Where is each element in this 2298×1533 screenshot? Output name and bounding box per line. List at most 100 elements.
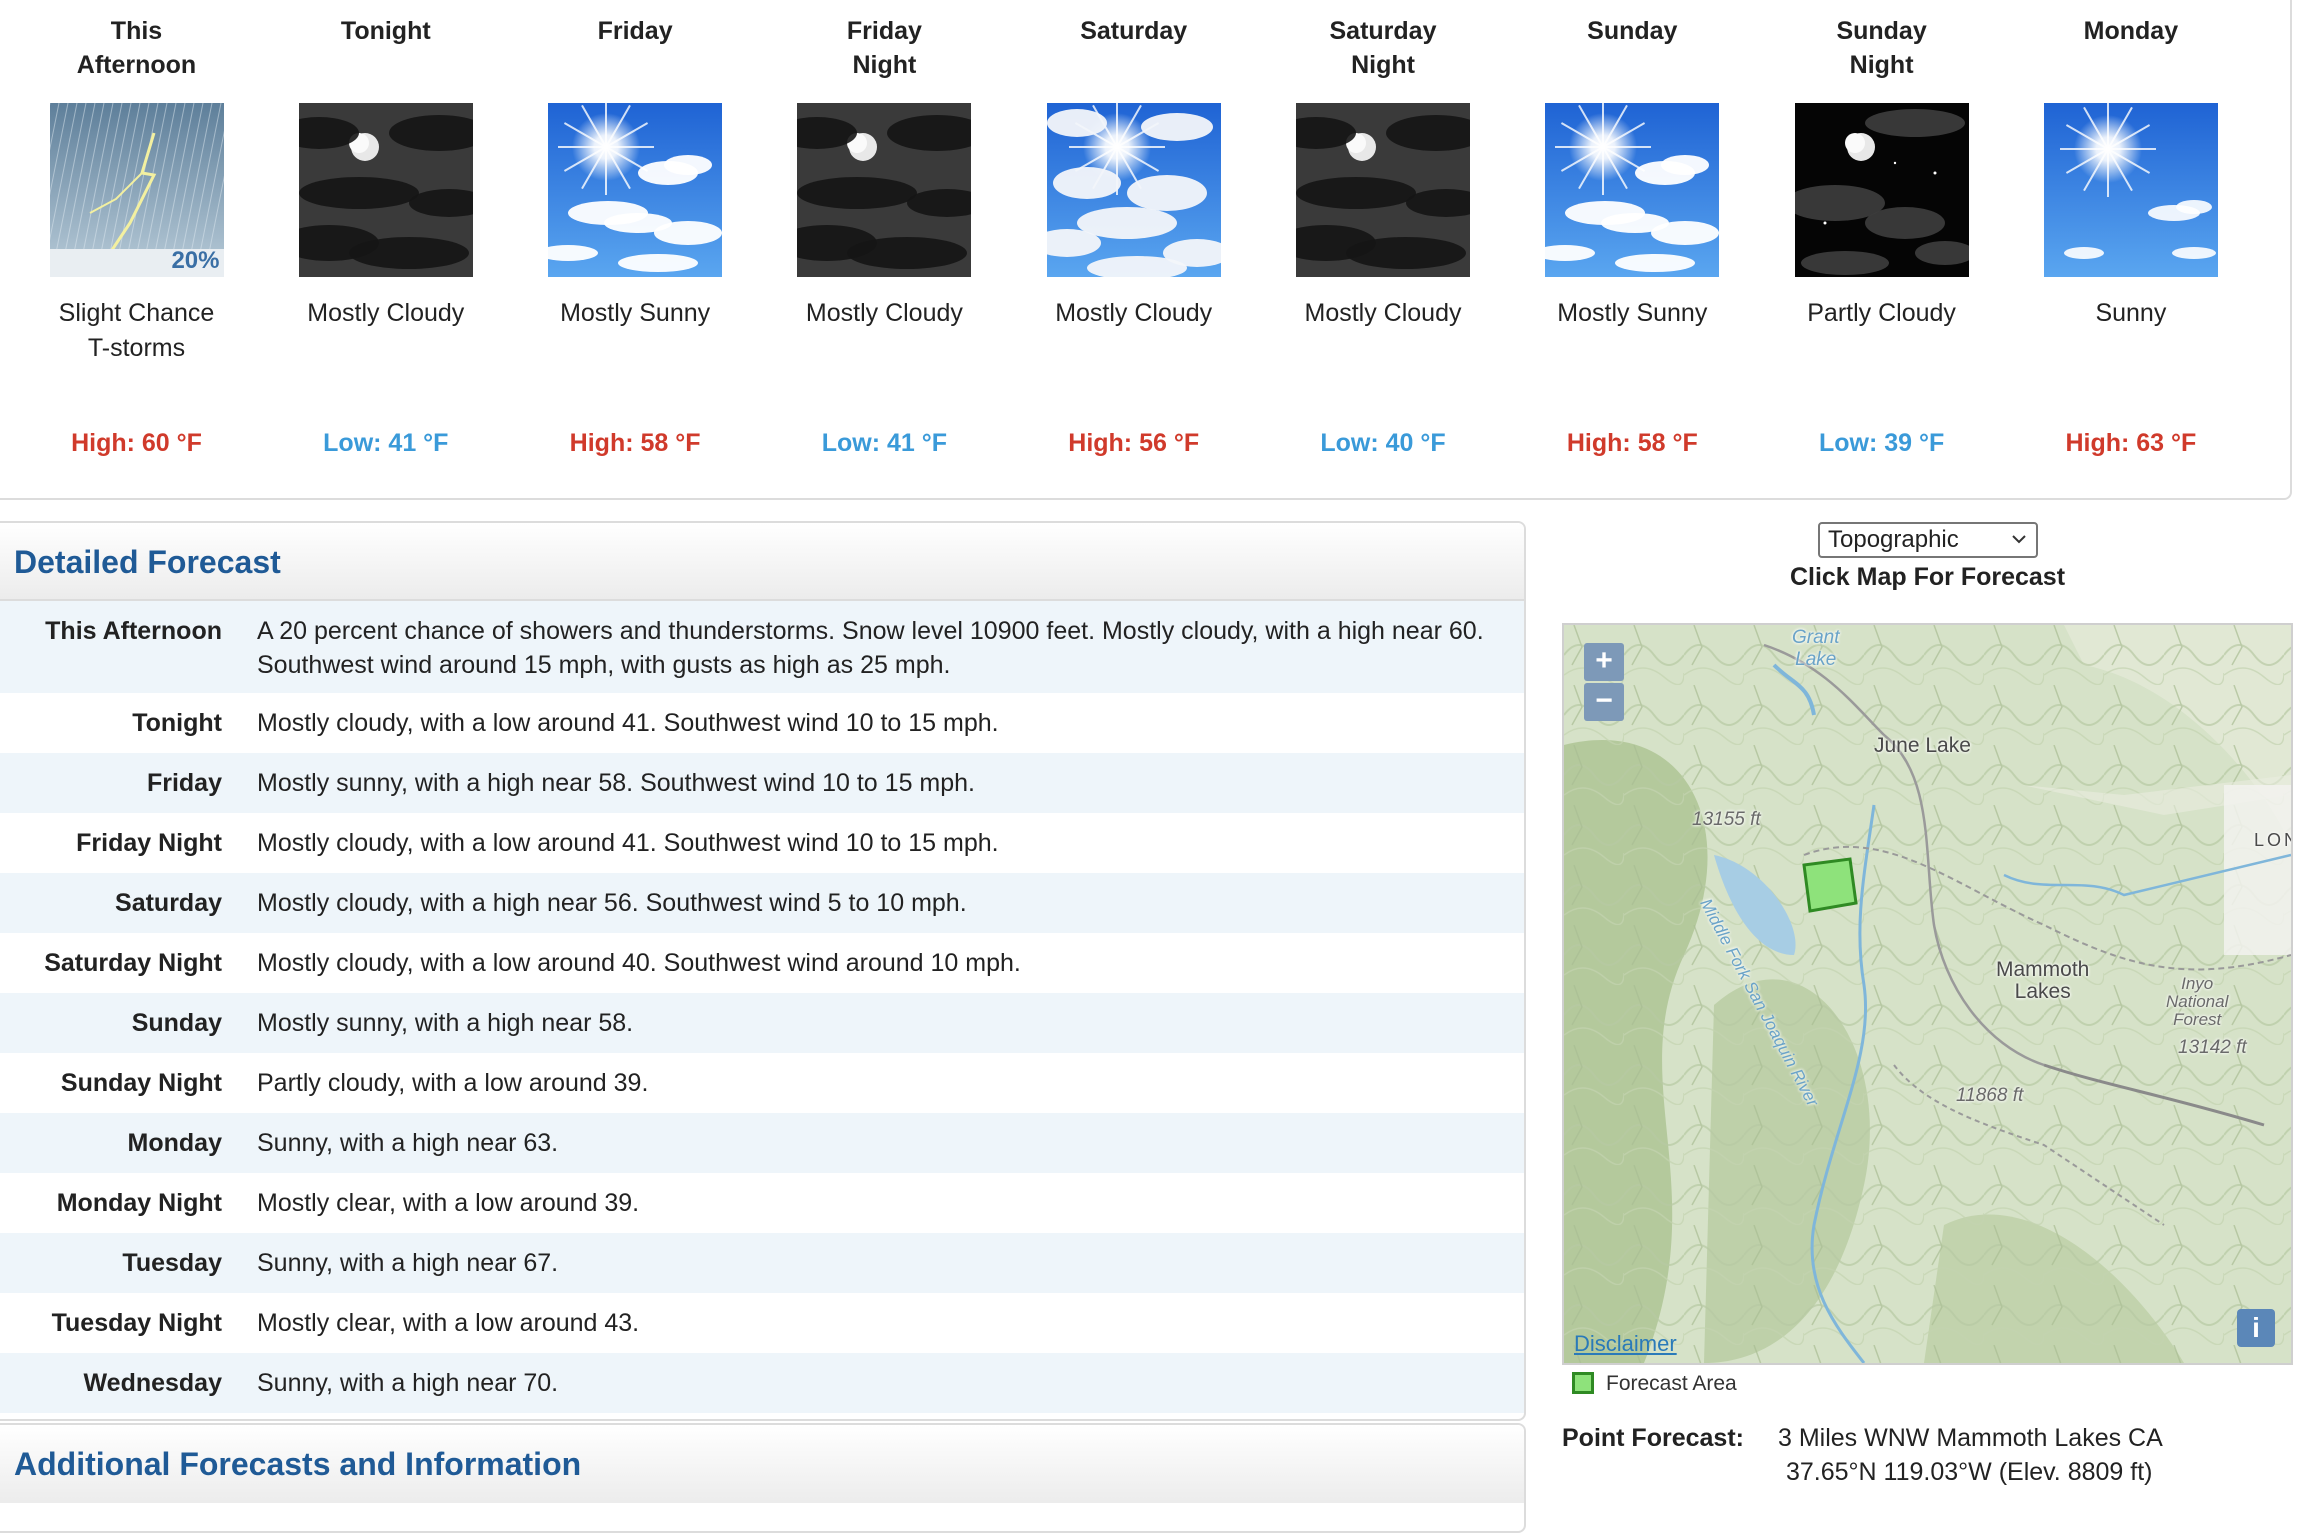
detailed-forecast-label: This Afternoon — [45, 617, 222, 645]
point-forecast-location: 3 Miles WNW Mammoth Lakes CA — [1778, 1424, 2163, 1452]
detailed-forecast-text: Mostly sunny, with a high near 58. South… — [257, 769, 975, 797]
temperature: High: 63 °F — [2065, 429, 2197, 457]
map-label-inyo-national-forest: Inyo National Forest — [2166, 974, 2229, 1029]
detailed-forecast-text: Mostly clear, with a low around 39. — [257, 1189, 640, 1217]
detailed-forecast-text: Mostly clear, with a low around 43. — [257, 1309, 640, 1337]
detailed-forecast-row: This Afternoon A 20 percent chance of sho… — [0, 601, 1524, 693]
period-name: This Afternoon — [76, 17, 197, 79]
detailed-forecast-label: Tonight — [132, 709, 222, 737]
sunny-icon[interactable] — [2043, 103, 2218, 277]
detailed-forecast-body: This Afternoon A 20 percent chance of sho… — [0, 601, 1524, 1413]
mostly-sunny-icon[interactable] — [1545, 103, 1720, 277]
temperature: Low: 41 °F — [821, 429, 948, 457]
period-name: Saturday — [1080, 17, 1188, 45]
short-forecast: Mostly Cloudy — [805, 299, 963, 327]
short-forecast: Mostly Cloudy — [1304, 299, 1462, 327]
detailed-forecast-label: Saturday — [115, 889, 222, 917]
short-forecast: Mostly Sunny — [560, 299, 711, 327]
short-forecast: Mostly Sunny — [1557, 299, 1708, 327]
detailed-forecast-row: Friday Mostly sunny, with a high near 58.… — [0, 753, 1524, 813]
detailed-forecast-label: Sunday Night — [60, 1069, 222, 1097]
detailed-forecast-label: Monday — [127, 1129, 222, 1157]
forecast-area-swatch — [1572, 1372, 1594, 1394]
detailed-forecast-row: Tuesday Sunny, with a high near 67. — [0, 1233, 1524, 1293]
detailed-forecast-text: Sunny, with a high near 67. — [257, 1249, 559, 1277]
temperature: High: 60 °F — [71, 429, 202, 457]
short-forecast: Mostly Cloudy — [1055, 299, 1213, 327]
mostly-sunny-icon[interactable] — [548, 103, 723, 277]
detailed-forecast-panel: Detailed Forecast This Afternoon A 20 per… — [0, 521, 1526, 1421]
detailed-forecast-text: Mostly sunny, with a high near 58. — [257, 1009, 634, 1037]
detailed-forecast-text: Mostly cloudy, with a low around 40. Sou… — [257, 949, 1021, 977]
detailed-forecast-row: Saturday Mostly cloudy, with a high near … — [0, 873, 1524, 933]
detailed-forecast-row: Wednesday Sunny, with a high near 70. — [0, 1353, 1524, 1413]
night-mostly-cloudy-icon[interactable] — [298, 103, 473, 277]
seven-day-forecast: This Afternoon 20% Slight Chance T-storms H… — [0, 0, 2292, 500]
detailed-forecast-row: Sunday Night Partly cloudy, with a low ar… — [0, 1053, 1524, 1113]
short-forecast: Sunny — [2095, 299, 2167, 327]
temperature: High: 58 °F — [569, 429, 701, 457]
map-layer-select[interactable]: Topographic — [1818, 522, 2038, 558]
detailed-forecast-row: Monday Sunny, with a high near 63. — [0, 1113, 1524, 1173]
zoom-out-button[interactable]: − — [1584, 683, 1624, 721]
night-mostly-cloudy-icon[interactable] — [797, 103, 972, 277]
detailed-forecast-row: Friday Night Mostly cloudy, with a low ar… — [0, 813, 1524, 873]
detailed-forecast-row: Tuesday Night Mostly clear, with a low ar… — [0, 1293, 1524, 1353]
mostly-cloudy-icon[interactable] — [1046, 103, 1221, 277]
period-name: Friday Night — [846, 17, 922, 79]
detailed-forecast-label: Tuesday Night — [51, 1309, 222, 1337]
night-partly-cloudy-icon[interactable] — [1794, 103, 1969, 277]
temperature: High: 58 °F — [1566, 429, 1698, 457]
period-name: Friday — [597, 17, 673, 45]
short-forecast: Mostly Cloudy — [307, 299, 465, 327]
period-name: Tonight — [340, 17, 431, 45]
detailed-forecast-text: Sunny, with a high near 63. — [257, 1129, 559, 1157]
temperature: Low: 41 °F — [323, 429, 449, 457]
map-layer-selected: Topographic — [1828, 526, 1959, 553]
detailed-forecast-label: Tuesday — [122, 1249, 222, 1277]
detailed-forecast-row: Monday Night Mostly clear, with a low aro… — [0, 1173, 1524, 1233]
detailed-forecast-row: Saturday Night Mostly cloudy, with a low … — [0, 933, 1524, 993]
precip-chance: 20% — [171, 247, 220, 274]
detailed-forecast-label: Friday Night — [76, 829, 222, 857]
map-label-edge: LON — [2254, 830, 2291, 850]
chevron-down-icon — [2012, 535, 2026, 544]
additional-forecasts-panel: Additional Forecasts and Information — [0, 1423, 1526, 1533]
detailed-forecast-label: Monday Night — [56, 1189, 222, 1217]
map-label-peak-13142: 13142 ft — [2178, 1037, 2247, 1058]
detailed-forecast-text: A 20 percent chance of showers and thund… — [257, 617, 1484, 679]
map-label-peak-13155: 13155 ft — [1692, 809, 1761, 830]
short-forecast: Partly Cloudy — [1807, 299, 1956, 327]
detailed-forecast-text: Partly cloudy, with a low around 39. — [257, 1069, 649, 1097]
info-icon[interactable]: i — [2237, 1309, 2275, 1347]
detailed-forecast-label: Friday — [146, 769, 222, 797]
detailed-forecast-text: Mostly cloudy, with a high near 56. Sout… — [257, 889, 967, 917]
tstorm-icon[interactable]: 20% — [49, 103, 224, 277]
map-label-peak-11868: 11868 ft — [1956, 1085, 2024, 1106]
detailed-forecast-label: Sunday — [131, 1009, 222, 1037]
night-mostly-cloudy-icon[interactable] — [1296, 103, 1470, 277]
map-label-grant-lake: Grant Lake — [1792, 627, 1840, 670]
forecast-map[interactable]: + − Grant Lake June Lake Mammoth Lakes M… — [1562, 623, 2293, 1365]
forecast-area-marker[interactable] — [1802, 857, 1858, 913]
point-forecast-coordinates: 37.65°N 119.03°W (Elev. 8809 ft) — [1786, 1458, 2153, 1486]
additional-forecasts-heading[interactable]: Additional Forecasts and Information — [0, 1425, 1524, 1503]
temperature: Low: 40 °F — [1320, 429, 1446, 457]
detailed-forecast-heading: Detailed Forecast — [0, 523, 1524, 601]
map-legend-label: Forecast Area — [1606, 1372, 1737, 1395]
period-name: Sunday — [1587, 17, 1678, 45]
detailed-forecast-row: Sunday Mostly sunny, with a high near 58. — [0, 993, 1524, 1053]
map-label-mammoth-lakes: Mammoth Lakes — [1996, 958, 2090, 1003]
short-forecast: Slight Chance T-storms — [58, 299, 215, 362]
period-name: Sunday Night — [1836, 17, 1927, 79]
map-caption: Click Map For Forecast — [1789, 563, 2066, 591]
zoom-in-button[interactable]: + — [1584, 643, 1624, 681]
map-label-june-lake: June Lake — [1874, 734, 1971, 757]
period-name: Monday — [2083, 17, 2179, 45]
temperature: Low: 39 °F — [1818, 429, 1945, 457]
map-disclaimer-link[interactable]: Disclaimer — [1574, 1331, 1677, 1357]
detailed-forecast-text: Mostly cloudy, with a low around 41. Sou… — [257, 709, 999, 737]
detailed-forecast-row: Tonight Mostly cloudy, with a low around … — [0, 693, 1524, 753]
point-forecast-label: Point Forecast: — [1562, 1424, 1744, 1452]
temperature: High: 56 °F — [1068, 429, 1200, 457]
